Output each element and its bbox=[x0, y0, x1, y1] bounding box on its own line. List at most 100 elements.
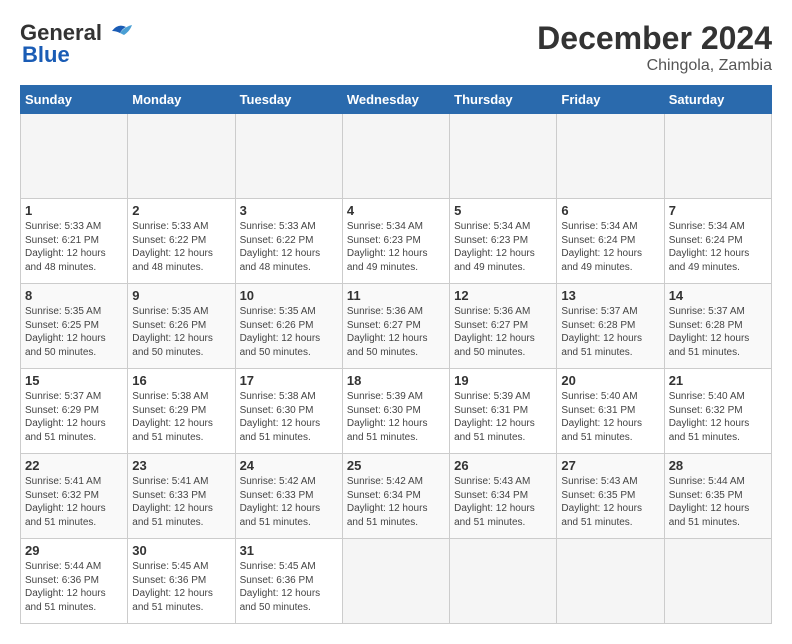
calendar-cell: 11 Sunrise: 5:36 AM Sunset: 6:27 PM Dayli… bbox=[342, 284, 449, 369]
day-info: Sunrise: 5:33 AM Sunset: 6:21 PM Dayligh… bbox=[25, 220, 123, 274]
day-info: Sunrise: 5:38 AM Sunset: 6:30 PM Dayligh… bbox=[240, 390, 338, 444]
day-number: 28 bbox=[669, 458, 767, 473]
day-info: Sunrise: 5:37 AM Sunset: 6:28 PM Dayligh… bbox=[561, 305, 659, 359]
calendar-cell bbox=[21, 114, 128, 199]
calendar-cell: 13 Sunrise: 5:37 AM Sunset: 6:28 PM Dayli… bbox=[557, 284, 664, 369]
calendar-cell: 15 Sunrise: 5:37 AM Sunset: 6:29 PM Dayli… bbox=[21, 369, 128, 454]
calendar-cell: 27 Sunrise: 5:43 AM Sunset: 6:35 PM Dayli… bbox=[557, 454, 664, 539]
calendar-cell bbox=[664, 539, 771, 624]
day-info: Sunrise: 5:36 AM Sunset: 6:27 PM Dayligh… bbox=[454, 305, 552, 359]
day-info: Sunrise: 5:34 AM Sunset: 6:23 PM Dayligh… bbox=[347, 220, 445, 274]
calendar-cell bbox=[342, 114, 449, 199]
calendar-cell: 24 Sunrise: 5:42 AM Sunset: 6:33 PM Dayli… bbox=[235, 454, 342, 539]
day-info: Sunrise: 5:34 AM Sunset: 6:24 PM Dayligh… bbox=[669, 220, 767, 274]
calendar-cell: 22 Sunrise: 5:41 AM Sunset: 6:32 PM Dayli… bbox=[21, 454, 128, 539]
day-number: 19 bbox=[454, 373, 552, 388]
day-number: 1 bbox=[25, 203, 123, 218]
calendar-cell bbox=[557, 539, 664, 624]
calendar-cell: 9 Sunrise: 5:35 AM Sunset: 6:26 PM Daylig… bbox=[128, 284, 235, 369]
calendar-cell bbox=[128, 114, 235, 199]
day-number: 16 bbox=[132, 373, 230, 388]
day-number: 5 bbox=[454, 203, 552, 218]
day-number: 21 bbox=[669, 373, 767, 388]
day-info: Sunrise: 5:44 AM Sunset: 6:35 PM Dayligh… bbox=[669, 475, 767, 529]
day-number: 3 bbox=[240, 203, 338, 218]
calendar-cell: 4 Sunrise: 5:34 AM Sunset: 6:23 PM Daylig… bbox=[342, 199, 449, 284]
calendar-cell: 26Sunrise: 5:43 AM Sunset: 6:34 PM Dayli… bbox=[450, 454, 557, 539]
weekday-header-tuesday: Tuesday bbox=[235, 86, 342, 114]
day-info: Sunrise: 5:40 AM Sunset: 6:32 PM Dayligh… bbox=[669, 390, 767, 444]
day-info: Sunrise: 5:35 AM Sunset: 6:26 PM Dayligh… bbox=[132, 305, 230, 359]
day-info: Sunrise: 5:35 AM Sunset: 6:25 PM Dayligh… bbox=[25, 305, 123, 359]
logo-bird-icon bbox=[104, 21, 136, 41]
day-info: Sunrise: 5:45 AM Sunset: 6:36 PM Dayligh… bbox=[240, 560, 338, 614]
calendar-week-4: 22 Sunrise: 5:41 AM Sunset: 6:32 PM Dayli… bbox=[21, 454, 772, 539]
calendar-cell: 2Sunrise: 5:33 AM Sunset: 6:22 PM Daylig… bbox=[128, 199, 235, 284]
day-info: Sunrise: 5:39 AM Sunset: 6:31 PM Dayligh… bbox=[454, 390, 552, 444]
day-info: Sunrise: 5:43 AM Sunset: 6:35 PM Dayligh… bbox=[561, 475, 659, 529]
logo-blue: Blue bbox=[22, 42, 70, 67]
day-number: 18 bbox=[347, 373, 445, 388]
day-number: 2 bbox=[132, 203, 230, 218]
day-number: 10 bbox=[240, 288, 338, 303]
day-number: 23 bbox=[132, 458, 230, 473]
day-info: Sunrise: 5:37 AM Sunset: 6:28 PM Dayligh… bbox=[669, 305, 767, 359]
calendar-cell: 21 Sunrise: 5:40 AM Sunset: 6:32 PM Dayli… bbox=[664, 369, 771, 454]
calendar-cell: 23 Sunrise: 5:41 AM Sunset: 6:33 PM Dayli… bbox=[128, 454, 235, 539]
calendar-cell: 12Sunrise: 5:36 AM Sunset: 6:27 PM Dayli… bbox=[450, 284, 557, 369]
calendar-cell: 20Sunrise: 5:40 AM Sunset: 6:31 PM Dayli… bbox=[557, 369, 664, 454]
day-info: Sunrise: 5:36 AM Sunset: 6:27 PM Dayligh… bbox=[347, 305, 445, 359]
day-info: Sunrise: 5:40 AM Sunset: 6:31 PM Dayligh… bbox=[561, 390, 659, 444]
day-number: 6 bbox=[561, 203, 659, 218]
day-info: Sunrise: 5:37 AM Sunset: 6:29 PM Dayligh… bbox=[25, 390, 123, 444]
calendar-cell bbox=[664, 114, 771, 199]
day-number: 9 bbox=[132, 288, 230, 303]
weekday-header-thursday: Thursday bbox=[450, 86, 557, 114]
day-number: 11 bbox=[347, 288, 445, 303]
page-header: General Blue December 2024 Chingola, Zam… bbox=[20, 20, 772, 75]
calendar-cell: 16 Sunrise: 5:38 AM Sunset: 6:29 PM Dayli… bbox=[128, 369, 235, 454]
calendar-cell: 6 Sunrise: 5:34 AM Sunset: 6:24 PM Daylig… bbox=[557, 199, 664, 284]
calendar-cell: 17 Sunrise: 5:38 AM Sunset: 6:30 PM Dayli… bbox=[235, 369, 342, 454]
calendar-cell: 29Sunrise: 5:44 AM Sunset: 6:36 PM Dayli… bbox=[21, 539, 128, 624]
day-number: 22 bbox=[25, 458, 123, 473]
day-number: 27 bbox=[561, 458, 659, 473]
day-info: Sunrise: 5:42 AM Sunset: 6:34 PM Dayligh… bbox=[347, 475, 445, 529]
calendar-cell: 1 Sunrise: 5:33 AM Sunset: 6:21 PM Daylig… bbox=[21, 199, 128, 284]
calendar-cell: 28 Sunrise: 5:44 AM Sunset: 6:35 PM Dayli… bbox=[664, 454, 771, 539]
calendar-cell bbox=[450, 114, 557, 199]
day-info: Sunrise: 5:42 AM Sunset: 6:33 PM Dayligh… bbox=[240, 475, 338, 529]
page-title: December 2024 bbox=[537, 20, 772, 57]
day-number: 4 bbox=[347, 203, 445, 218]
weekday-header-saturday: Saturday bbox=[664, 86, 771, 114]
day-number: 25 bbox=[347, 458, 445, 473]
calendar-cell bbox=[235, 114, 342, 199]
calendar-cell: 3Sunrise: 5:33 AM Sunset: 6:22 PM Daylig… bbox=[235, 199, 342, 284]
calendar-cell bbox=[557, 114, 664, 199]
calendar-cell: 8 Sunrise: 5:35 AM Sunset: 6:25 PM Daylig… bbox=[21, 284, 128, 369]
day-info: Sunrise: 5:41 AM Sunset: 6:32 PM Dayligh… bbox=[25, 475, 123, 529]
page-subtitle: Chingola, Zambia bbox=[537, 57, 772, 75]
calendar-cell: 31Sunrise: 5:45 AM Sunset: 6:36 PM Dayli… bbox=[235, 539, 342, 624]
calendar-week-1: 1 Sunrise: 5:33 AM Sunset: 6:21 PM Daylig… bbox=[21, 199, 772, 284]
day-number: 13 bbox=[561, 288, 659, 303]
title-area: December 2024 Chingola, Zambia bbox=[537, 20, 772, 75]
calendar-cell bbox=[342, 539, 449, 624]
day-info: Sunrise: 5:34 AM Sunset: 6:24 PM Dayligh… bbox=[561, 220, 659, 274]
calendar-cell: 25 Sunrise: 5:42 AM Sunset: 6:34 PM Dayli… bbox=[342, 454, 449, 539]
day-number: 14 bbox=[669, 288, 767, 303]
day-number: 8 bbox=[25, 288, 123, 303]
day-info: Sunrise: 5:38 AM Sunset: 6:29 PM Dayligh… bbox=[132, 390, 230, 444]
day-info: Sunrise: 5:35 AM Sunset: 6:26 PM Dayligh… bbox=[240, 305, 338, 359]
calendar-cell bbox=[450, 539, 557, 624]
calendar-header-row: SundayMondayTuesdayWednesdayThursdayFrid… bbox=[21, 86, 772, 114]
calendar-week-5: 29Sunrise: 5:44 AM Sunset: 6:36 PM Dayli… bbox=[21, 539, 772, 624]
weekday-header-friday: Friday bbox=[557, 86, 664, 114]
calendar-cell: 14 Sunrise: 5:37 AM Sunset: 6:28 PM Dayli… bbox=[664, 284, 771, 369]
day-number: 24 bbox=[240, 458, 338, 473]
day-number: 17 bbox=[240, 373, 338, 388]
calendar-week-3: 15 Sunrise: 5:37 AM Sunset: 6:29 PM Dayli… bbox=[21, 369, 772, 454]
day-info: Sunrise: 5:41 AM Sunset: 6:33 PM Dayligh… bbox=[132, 475, 230, 529]
calendar-cell: 7Sunrise: 5:34 AM Sunset: 6:24 PM Daylig… bbox=[664, 199, 771, 284]
day-number: 15 bbox=[25, 373, 123, 388]
